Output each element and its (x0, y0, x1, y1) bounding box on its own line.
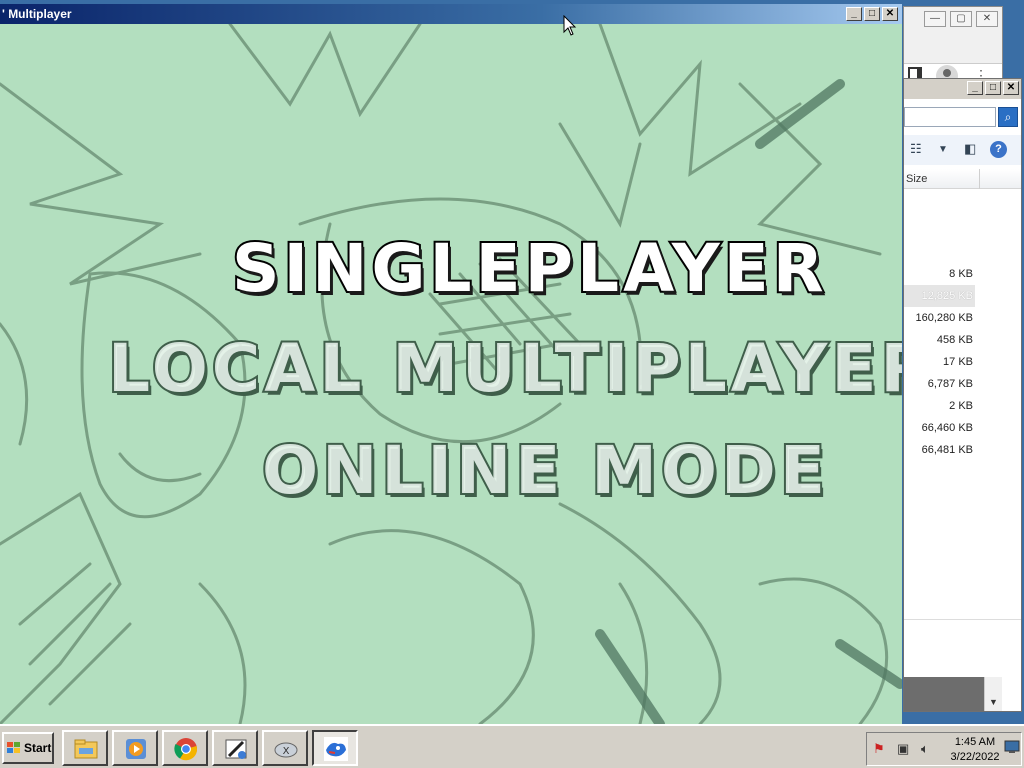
file-size-row[interactable]: 160,280 KB (904, 307, 1021, 329)
game-app-icon (324, 737, 348, 761)
file-size-row[interactable]: 2 KB (904, 395, 1021, 417)
volume-icon[interactable]: 🔈︎ (921, 741, 929, 757)
window-title: ' Multiplayer (2, 7, 72, 21)
column-header-row: Size (904, 169, 1021, 189)
start-label: Start (24, 741, 52, 755)
windows-logo-icon (7, 742, 20, 753)
taskbar-media-player[interactable] (112, 730, 158, 766)
file-size-row[interactable]: 458 KB (904, 329, 1021, 351)
network-icon[interactable]: ▣ (897, 741, 909, 757)
taskbar: Start X ⚑ ▣ 🔈︎ 1:45 AM 3/22/2022 (0, 724, 1024, 768)
svg-text:X: X (283, 746, 290, 757)
details-pane (904, 677, 984, 711)
game-canvas[interactable]: SINGLEPLAYER LOCAL MULTIPLAYER ONLINE MO… (0, 24, 902, 724)
minimize-button[interactable]: — (924, 11, 946, 27)
file-size-row[interactable]: 17 KB (904, 351, 1021, 373)
explorer-toolbar: ☷ ▼ ◧ ? (904, 135, 1021, 165)
clock-date: 3/22/2022 (950, 751, 1000, 763)
explorer-minimize-button[interactable]: _ (967, 81, 983, 95)
file-size-row[interactable]: 6,787 KB (904, 373, 1021, 395)
taskbar-paint-tool[interactable] (212, 730, 258, 766)
menu-item-online-mode[interactable]: ONLINE MODE (260, 430, 902, 511)
game-maximize-button[interactable]: □ (864, 7, 880, 21)
dropdown-arrow-icon[interactable]: ▼ (938, 144, 948, 155)
system-tray: ⚑ ▣ 🔈︎ 1:45 AM 3/22/2022 (866, 732, 1022, 766)
menu-item-local-multiplayer[interactable]: LOCAL MULTIPLAYER (106, 328, 902, 409)
file-size-list: 8 KB 12,825 KB 160,280 KB 458 KB 17 KB 6,787 … (904, 263, 1021, 461)
scroll-down-icon[interactable]: ▼ (984, 677, 1002, 711)
file-size-row[interactable]: 66,460 KB (904, 417, 1021, 439)
game-window: ' Multiplayer _ □ ✕ SINGLEPLAYER LOCAL M… (0, 4, 902, 724)
game-titlebar[interactable]: ' Multiplayer _ □ ✕ (0, 4, 902, 24)
mouse-cursor-icon (563, 15, 577, 36)
show-desktop-icon[interactable] (1004, 740, 1020, 754)
clock-time: 1:45 AM (954, 736, 996, 748)
xbox-controller-icon: X (274, 742, 298, 758)
column-divider[interactable] (979, 169, 980, 189)
view-options-icon[interactable]: ☷ (910, 141, 922, 157)
column-header-size[interactable]: Size (906, 173, 978, 185)
taskbar-chrome[interactable] (162, 730, 208, 766)
chrome-icon (174, 738, 198, 761)
taskbar-file-explorer[interactable] (62, 730, 108, 766)
clock[interactable]: 1:45 AM 3/22/2022 (943, 735, 1007, 765)
game-close-button[interactable]: ✕ (882, 7, 898, 21)
menu-item-singleplayer[interactable]: SINGLEPLAYER (230, 228, 902, 309)
explorer-window: _ □ ✕ ⌕ ☷ ▼ ◧ ? Size 8 KB 12,825 KB 160,28… (903, 78, 1022, 712)
paint-tool-icon (225, 739, 247, 759)
game-minimize-button[interactable]: _ (846, 7, 862, 21)
explorer-close-button[interactable]: ✕ (1003, 81, 1019, 95)
search-input[interactable] (904, 107, 996, 127)
window-controls: — ▢ ✕ (924, 11, 998, 27)
explorer-titlebar[interactable]: _ □ ✕ (904, 79, 1021, 99)
maximize-button[interactable]: ▢ (950, 11, 972, 27)
file-size-row[interactable]: 12,825 KB (904, 285, 975, 307)
file-size-row[interactable]: 66,481 KB (904, 439, 1021, 461)
taskbar-game-app[interactable] (312, 730, 358, 766)
taskbar-xbox-controller[interactable]: X (262, 730, 308, 766)
file-size-row[interactable]: 8 KB (904, 263, 1021, 285)
explorer-maximize-button[interactable]: □ (985, 81, 1001, 95)
start-button[interactable]: Start (2, 732, 54, 764)
divider (904, 619, 1021, 620)
preview-pane-icon[interactable]: ◧ (964, 141, 976, 157)
background-window: — ▢ ✕ ⋮ (903, 6, 1003, 91)
help-icon[interactable]: ? (990, 141, 1007, 158)
search-icon[interactable]: ⌕ (998, 107, 1018, 127)
media-player-icon (126, 739, 146, 759)
file-explorer-icon (74, 739, 98, 759)
action-center-flag-icon[interactable]: ⚑ (873, 741, 885, 757)
close-button[interactable]: ✕ (976, 11, 998, 27)
